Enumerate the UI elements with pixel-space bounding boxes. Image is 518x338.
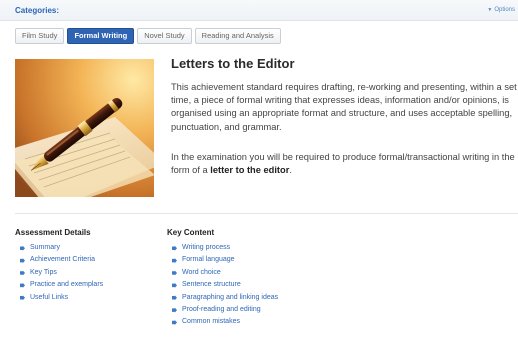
section-divider — [15, 213, 518, 214]
pen-photo-illustration — [15, 59, 154, 197]
tab-novel-study[interactable]: Novel Study — [137, 28, 192, 44]
article-paragraph-examination: In the examination you will be required … — [171, 151, 517, 177]
triangle-down-icon: ▼ — [487, 7, 493, 13]
assessment-link-useful-links[interactable]: Useful Links — [20, 292, 103, 304]
arrow-bullet-icon — [20, 270, 25, 276]
paragraph-text-end: . — [289, 165, 292, 176]
article-paragraph-description: This achievement standard requires draft… — [171, 82, 517, 132]
arrow-bullet-icon — [172, 307, 177, 313]
key-content-link-sentence-structure[interactable]: Sentence structure — [172, 279, 278, 291]
arrow-bullet-icon — [172, 295, 177, 301]
assessment-link-practice-and-exemplars[interactable]: Practice and exemplars — [20, 279, 103, 291]
arrow-bullet-icon — [172, 258, 177, 264]
arrow-bullet-icon — [172, 270, 177, 276]
arrow-bullet-icon — [172, 320, 177, 326]
arrow-bullet-icon — [172, 282, 177, 288]
link-label: Paragraphing and linking ideas — [182, 293, 279, 301]
link-label: Achievement Criteria — [30, 256, 95, 264]
pen-on-paper-photo — [15, 59, 154, 197]
arrow-bullet-icon — [20, 258, 25, 264]
tab-film-study[interactable]: Film Study — [15, 28, 65, 44]
arrow-bullet-icon — [20, 295, 25, 301]
assessment-link-summary[interactable]: Summary — [20, 242, 103, 254]
category-tabs: Film Study Formal Writing Novel Study Re… — [15, 28, 281, 44]
tab-reading-and-analysis[interactable]: Reading and Analysis — [194, 28, 281, 44]
categories-label: Categories: — [15, 6, 60, 15]
link-label: Formal language — [182, 256, 235, 264]
key-content-link-common-mistakes[interactable]: Common mistakes — [172, 316, 278, 328]
link-label: Practice and exemplars — [30, 281, 104, 289]
key-content-link-formal-language[interactable]: Formal language — [172, 254, 278, 266]
key-content-list: Writing process Formal language Word cho… — [172, 242, 278, 329]
key-content-link-proof-reading[interactable]: Proof-reading and editing — [172, 304, 278, 316]
options-link[interactable]: ▼ Options — [487, 7, 515, 13]
categories-bar: Categories: ▼ Options — [0, 0, 518, 21]
assessment-link-key-tips[interactable]: Key Tips — [20, 267, 103, 279]
article-title: Letters to the Editor — [171, 56, 295, 71]
link-label: Common mistakes — [182, 318, 240, 326]
options-label: Options — [494, 7, 515, 13]
link-label: Summary — [30, 244, 60, 251]
link-label: Useful Links — [30, 293, 69, 301]
paragraph-bold-text: letter to the editor — [210, 165, 290, 176]
assessment-link-achievement-criteria[interactable]: Achievement Criteria — [20, 254, 103, 266]
key-content-link-writing-process[interactable]: Writing process — [172, 242, 278, 254]
link-label: Key Tips — [30, 268, 57, 276]
tab-formal-writing[interactable]: Formal Writing — [67, 28, 135, 44]
assessment-details-heading: Assessment Details — [15, 228, 91, 237]
arrow-bullet-icon — [172, 245, 177, 251]
link-label: Word choice — [182, 268, 221, 276]
key-content-heading: Key Content — [167, 228, 215, 237]
arrow-bullet-icon — [20, 245, 25, 251]
key-content-link-paragraphing[interactable]: Paragraphing and linking ideas — [172, 292, 278, 304]
arrow-bullet-icon — [20, 282, 25, 288]
key-content-link-word-choice[interactable]: Word choice — [172, 267, 278, 279]
link-label: Sentence structure — [182, 281, 241, 289]
assessment-details-list: Summary Achievement Criteria Key Tips Pr… — [20, 242, 103, 304]
link-label: Proof-reading and editing — [182, 305, 261, 313]
link-label: Writing process — [182, 244, 231, 251]
